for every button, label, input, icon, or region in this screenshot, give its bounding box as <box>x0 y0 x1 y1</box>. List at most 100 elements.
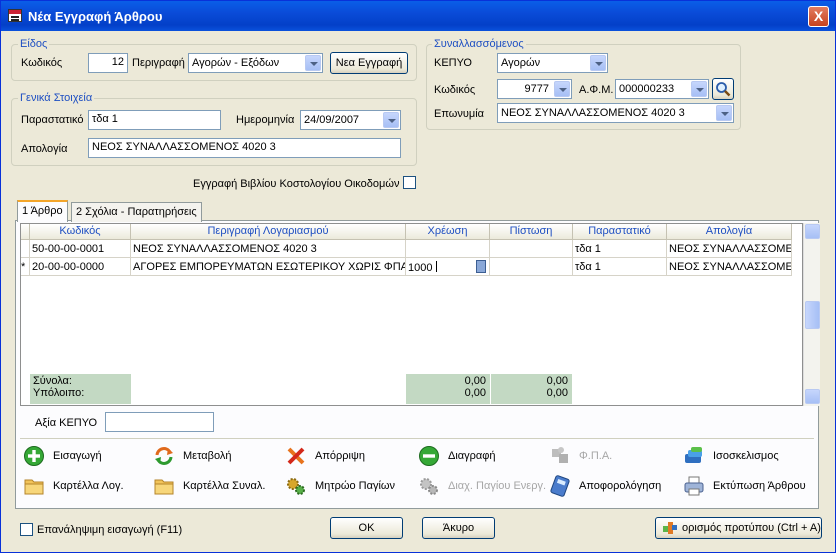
vat-label: Φ.Π.Α. <box>579 450 613 462</box>
totals-label: Σύνολα: <box>33 375 72 387</box>
insert-button[interactable]: Εισαγωγή <box>23 445 133 467</box>
repeat-entry-checkbox[interactable] <box>20 523 33 536</box>
credit-total: 0,00 <box>546 375 568 387</box>
genika-legend: Γενικά Στοιχεία <box>18 92 95 104</box>
column-header-code[interactable]: Κωδικός <box>30 224 131 240</box>
new-entry-button[interactable]: Νεα Εγγραφή <box>330 52 408 74</box>
row-marker: * <box>21 258 30 276</box>
column-header-credit[interactable]: Πίστωση <box>490 224 573 240</box>
dialog-window: Νέα Εγγραφή Άρθρου X Είδος Κωδικός 12 Πε… <box>0 0 836 553</box>
ok-button[interactable]: OK <box>330 517 403 539</box>
grid-scrollbar[interactable] <box>803 223 820 406</box>
chevron-down-icon[interactable] <box>716 105 732 121</box>
refresh-icon <box>155 447 173 465</box>
modify-button[interactable]: Μεταβολή <box>153 445 263 467</box>
debit-total: 0,00 <box>464 375 486 387</box>
title-bar[interactable]: Νέα Εγγραφή Άρθρου X <box>1 1 835 31</box>
book-checkbox-label: Εγγραφή Βιβλίου Κοστολογίου Οικοδομών <box>193 178 400 190</box>
folder-icon <box>154 479 174 495</box>
table-cell-apologia[interactable]: ΝΕΟΣ ΣΥΝΑΛΛΑΣΣΟΜΕΝΟ <box>667 240 792 258</box>
column-header-apologia[interactable]: Απολογία <box>667 224 792 240</box>
afm-label: Α.Φ.Μ. <box>579 84 614 96</box>
scroll-up-button[interactable] <box>805 224 820 239</box>
fixed-assets-button[interactable]: Μητρώο Παγίων <box>285 475 405 497</box>
kepyo-value: Αγορών <box>501 57 541 69</box>
scroll-thumb[interactable] <box>805 301 820 329</box>
syn-code-select[interactable]: 9777 <box>497 79 572 99</box>
print-button[interactable]: Εκτύπωση Άρθρου <box>683 475 813 497</box>
eidos-code-field[interactable]: 12 <box>88 53 128 73</box>
table-cell-code[interactable]: 20-00-00-0000 <box>30 258 131 276</box>
chevron-down-icon[interactable] <box>691 81 707 97</box>
balance-label: Ισοσκελισμος <box>713 450 779 462</box>
book-checkbox[interactable] <box>403 176 416 189</box>
column-header-debit[interactable]: Χρέωση <box>406 224 490 240</box>
scroll-down-button[interactable] <box>805 389 820 404</box>
eidos-desc-label: Περιγραφή <box>132 57 185 69</box>
gears-icon <box>287 478 305 495</box>
gears-icon <box>420 478 438 495</box>
template-icon <box>663 522 677 534</box>
table-cell-debit-editor[interactable]: 1000 <box>406 258 490 276</box>
parastatiko-field[interactable]: τδα 1 <box>88 110 221 130</box>
tax-relief-button[interactable]: Αποφορολόγηση <box>549 475 669 497</box>
credit-balance: 0,00 <box>546 387 568 399</box>
repeat-entry-label: Επανάληψιμη εισαγωγή (F11) <box>37 524 183 536</box>
tab-arthro[interactable]: 1 Άρθρο <box>17 200 68 222</box>
print-label: Εκτύπωση Άρθρου <box>713 480 806 492</box>
date-label: Ημερομηνία <box>236 114 295 126</box>
table-cell-debit[interactable] <box>406 240 490 258</box>
date-value: 24/09/2007 <box>304 114 360 126</box>
account-card-button[interactable]: Καρτέλλα Λογ. <box>23 475 133 497</box>
delete-button[interactable]: Διαγραφή <box>418 445 528 467</box>
axia-kepyo-field[interactable] <box>105 412 214 432</box>
chevron-down-icon[interactable] <box>383 112 399 128</box>
table-cell-apologia[interactable]: ΝΕΟΣ ΣΥΝΑΛΛΑΣΣΟΜΕΝΟ <box>667 258 792 276</box>
afm-value: 000000233 <box>619 83 675 95</box>
calculator-icon <box>550 475 570 497</box>
table-cell-credit[interactable] <box>490 240 573 258</box>
column-header-document[interactable]: Παραστατικό <box>573 224 667 240</box>
eidos-code-label: Κωδικός <box>21 57 63 69</box>
chevron-down-icon[interactable] <box>305 55 321 71</box>
debit-totals-box: 0,00 0,00 <box>406 374 490 404</box>
cross-icon <box>287 447 305 465</box>
reject-label: Απόρριψη <box>315 450 365 462</box>
table-cell-credit[interactable] <box>490 258 573 276</box>
table-cell-description[interactable]: ΑΓΟΡΕΣ ΕΜΠΟΡΕΥΜΑΤΩΝ ΕΣΩΤΕΡΙΚΟΥ ΧΩΡΙΣ ΦΠΑ <box>131 258 406 276</box>
text-cursor <box>435 261 437 272</box>
chevron-down-icon[interactable] <box>590 55 606 71</box>
partner-card-button[interactable]: Καρτέλλα Συναλ. <box>153 475 273 497</box>
syn-code-value: 9777 <box>524 83 549 95</box>
eponymia-select[interactable]: ΝΕΟΣ ΣΥΝΑΛΛΑΣΣΟΜΕΝΟΣ 4020 3 <box>497 103 734 123</box>
chevron-down-icon[interactable] <box>554 81 570 97</box>
balance-button[interactable]: Ισοσκελισμος <box>683 445 803 467</box>
table-cell-description[interactable]: ΝΕΟΣ ΣΥΝΑΛΛΑΣΣΟΜΕΝΟΣ 4020 3 <box>131 240 406 258</box>
account-card-label: Καρτέλλα Λογ. <box>53 480 124 492</box>
date-select[interactable]: 24/09/2007 <box>300 110 401 130</box>
eidos-desc-select[interactable]: Αγορών - Εξόδων <box>188 53 323 73</box>
debit-balance: 0,00 <box>464 387 486 399</box>
apologia-field[interactable]: ΝΕΟΣ ΣΥΝΑΛΛΑΣΣΟΜΕΝΟΣ 4020 3 <box>88 138 401 158</box>
balance-icon <box>685 447 702 463</box>
close-button[interactable]: X <box>808 6 829 27</box>
entries-grid[interactable]: Κωδικός Περιγραφή Λογαριασμού Χρέωση Πίσ… <box>20 223 803 406</box>
row-marker <box>21 240 30 258</box>
asset-management-button[interactable]: Διαχ. Παγίου Ενεργ. <box>418 475 548 497</box>
totals-label-box: Σύνολα: Υπόλοιπο: <box>30 374 131 404</box>
calculator-icon[interactable] <box>476 260 486 273</box>
table-cell-document[interactable]: τδα 1 <box>573 240 667 258</box>
column-header-description[interactable]: Περιγραφή Λογαριασμού <box>131 224 406 240</box>
search-button[interactable] <box>712 78 734 100</box>
tab-comments[interactable]: 2 Σχόλια - Παρατηρήσεις <box>71 202 202 222</box>
apologia-label: Απολογία <box>21 143 68 155</box>
define-template-button[interactable]: ορισμός προτύπου (Ctrl + A) <box>655 517 822 539</box>
cancel-button[interactable]: Άκυρο <box>422 517 495 539</box>
table-cell-document[interactable]: τδα 1 <box>573 258 667 276</box>
afm-select[interactable]: 000000233 <box>615 79 709 99</box>
kepyo-select[interactable]: Αγορών <box>497 53 608 73</box>
vat-button[interactable]: Φ.Π.Α. <box>549 445 659 467</box>
axia-kepyo-label: Αξία ΚΕΠΥΟ <box>35 417 98 429</box>
reject-button[interactable]: Απόρριψη <box>285 445 395 467</box>
table-cell-code[interactable]: 50-00-00-0001 <box>30 240 131 258</box>
